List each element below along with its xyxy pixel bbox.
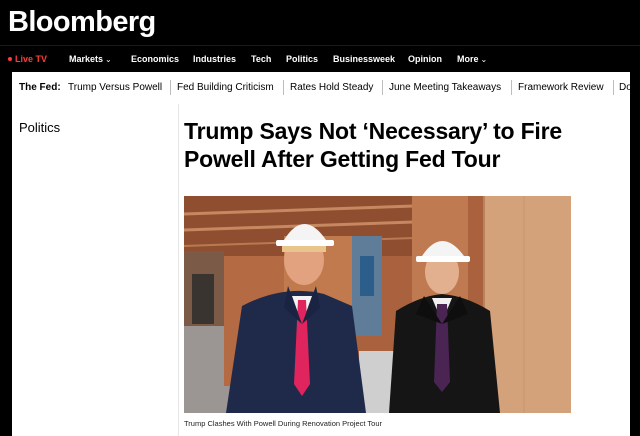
nav-live-label: Live TV <box>15 54 48 64</box>
nav-item-politics[interactable]: Politics <box>286 54 318 64</box>
topic-divider <box>613 80 614 95</box>
headline-line-2: Powell After Getting Fed Tour <box>184 146 501 172</box>
nav-item-label: Markets <box>69 54 104 64</box>
nav-item-opinion[interactable]: Opinion <box>408 54 442 64</box>
nav-item-industries[interactable]: Industries <box>193 54 236 64</box>
nav-item-businessweek[interactable]: Businessweek <box>333 54 395 64</box>
section-label[interactable]: Politics <box>19 120 60 135</box>
nav-item-more[interactable]: More ⌄ <box>457 54 487 64</box>
headline-line-1: Trump Says Not ‘Necessary’ to Fire <box>184 118 562 144</box>
main-nav: Live TV Markets ⌄ Economics Industries Te… <box>0 45 640 73</box>
nav-live-tv[interactable]: Live TV <box>8 54 47 64</box>
topic-link-framework-review[interactable]: Framework Review <box>518 82 604 93</box>
bloomberg-logo[interactable]: Bloomberg <box>8 6 156 39</box>
article-headline: Trump Says Not ‘Necessary’ to Fire Powel… <box>184 117 634 173</box>
chevron-down-icon: ⌄ <box>105 55 112 64</box>
topic-bar: The Fed: Trump Versus Powell Fed Buildin… <box>12 72 640 105</box>
topic-divider <box>382 80 383 95</box>
topic-link-dot-plot[interactable]: Dot P <box>619 82 640 93</box>
topic-divider <box>511 80 512 95</box>
live-dot-icon <box>8 56 12 61</box>
topic-bar-lead: The Fed: <box>19 82 61 93</box>
chevron-down-icon: ⌄ <box>480 55 488 64</box>
column-divider <box>178 104 179 436</box>
topic-link-trump-versus-powell[interactable]: Trump Versus Powell <box>68 82 162 93</box>
topic-link-fed-building-criticism[interactable]: Fed Building Criticism <box>177 82 274 93</box>
topic-divider <box>170 80 171 95</box>
article-photo[interactable] <box>184 196 571 413</box>
topic-link-june-meeting-takeaways[interactable]: June Meeting Takeaways <box>389 82 501 93</box>
nav-item-label: More <box>457 54 479 64</box>
nav-item-economics[interactable]: Economics <box>131 54 179 64</box>
topic-divider <box>283 80 284 95</box>
masthead: Bloomberg <box>0 0 640 45</box>
article-area: Politics Trump Says Not ‘Necessary’ to F… <box>12 104 630 436</box>
nav-item-tech[interactable]: Tech <box>251 54 271 64</box>
photo-illustration <box>184 196 571 413</box>
nav-item-markets[interactable]: Markets ⌄ <box>69 54 112 64</box>
topic-link-rates-hold-steady[interactable]: Rates Hold Steady <box>290 82 373 93</box>
photo-caption: Trump Clashes With Powell During Renovat… <box>184 419 382 428</box>
